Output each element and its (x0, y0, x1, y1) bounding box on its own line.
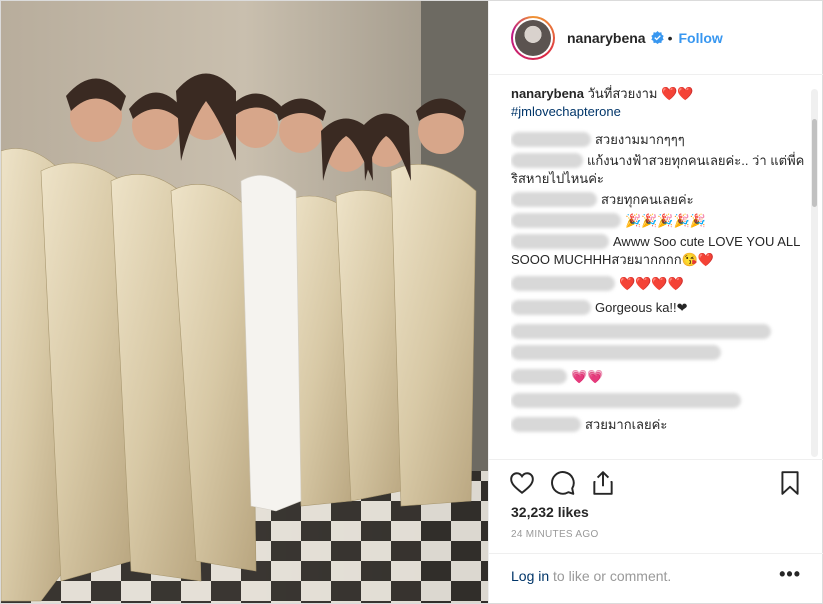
comments-scroll-thumb[interactable] (812, 119, 817, 207)
comment-item: Awww Soo cute LOVE YOU ALL SOOO MUCHHHสว… (511, 233, 811, 269)
comment-item (511, 392, 811, 410)
comment-item: Gorgeous ka!!❤ (511, 299, 811, 317)
caption-username[interactable]: nanarybena (511, 86, 584, 101)
comment-item: สวยทุกคนเลยค่ะ (511, 191, 811, 209)
comment-icon[interactable] (550, 470, 576, 496)
comment-text: สวยทุกคนเลยค่ะ (601, 192, 694, 207)
likes-count[interactable]: 32,232 likes (511, 504, 589, 520)
avatar-frame (513, 17, 553, 58)
blurred-username (511, 132, 591, 147)
avatar (515, 19, 551, 56)
header-username[interactable]: nanarybena (567, 30, 646, 46)
blurred-username (511, 192, 597, 207)
comments-list[interactable]: nanarybena วันที่สวยงาม ❤️❤️ #jmlovechap… (511, 85, 811, 459)
group-photo-illustration (1, 1, 488, 603)
blurred-username (511, 300, 591, 315)
login-link[interactable]: Log in (511, 568, 549, 584)
login-prompt-text: to like or comment. (553, 568, 672, 584)
blurred-comment (511, 324, 771, 339)
post-photo[interactable] (1, 1, 488, 603)
share-icon[interactable] (590, 470, 616, 496)
blurred-comment (511, 393, 741, 408)
login-prompt: Log in to like or comment. (511, 568, 671, 584)
action-bar (489, 459, 823, 505)
bookmark-icon[interactable] (777, 470, 803, 496)
comment-item: 🎉🎉🎉🎉🎉 (511, 212, 811, 230)
comment-text: 💗💗 (571, 369, 604, 384)
caption-emoji: ❤️❤️ (661, 86, 694, 101)
comment-text: สวยงามมากๆๆๆ (595, 132, 685, 147)
comment-item: 💗💗 (511, 368, 811, 386)
post-header: nanarybena • Follow (489, 1, 823, 75)
comment-text: 🎉🎉🎉🎉🎉 (625, 213, 706, 228)
comment-text: สวยมากเลยค่ะ (585, 417, 668, 432)
separator-dot: • (667, 29, 673, 46)
instagram-post: nanarybena • Follow nanarybena วันที่สวย… (0, 0, 823, 604)
comment-item (511, 323, 811, 341)
blurred-comment (511, 345, 721, 360)
comment-item: แก้งนางฟ้าสวยทุกคนเลยค่ะ.. ว่า แต่พี่คริ… (511, 152, 811, 188)
comment-item: ❤️❤️❤️❤️ (511, 275, 811, 293)
blurred-username (511, 153, 583, 168)
caption-hashtag[interactable]: #jmlovechapterone (511, 103, 811, 121)
login-footer: Log in to like or comment. ••• (489, 553, 823, 603)
post-timestamp[interactable]: 24 MINUTES AGO (511, 529, 599, 540)
more-options-button[interactable]: ••• (779, 564, 801, 585)
blurred-username (511, 369, 567, 384)
follow-button[interactable]: Follow (679, 30, 723, 46)
avatar-story-ring[interactable] (511, 15, 555, 60)
comment-item (511, 344, 811, 362)
blurred-username (511, 234, 609, 249)
caption-text: วันที่สวยงาม (587, 86, 658, 101)
comment-text: ❤️❤️❤️❤️ (619, 276, 684, 291)
comment-item: สวยมากเลยค่ะ (511, 416, 811, 434)
blurred-username (511, 213, 621, 228)
blurred-username (511, 417, 581, 432)
blurred-username (511, 276, 615, 291)
post-sidebar: nanarybena • Follow nanarybena วันที่สวย… (488, 1, 823, 603)
caption: nanarybena วันที่สวยงาม ❤️❤️ #jmlovechap… (511, 85, 811, 121)
verified-badge-icon (650, 31, 664, 44)
comment-text: Gorgeous ka!!❤ (595, 300, 688, 315)
comment-item: สวยงามมากๆๆๆ (511, 131, 811, 149)
heart-icon[interactable] (509, 470, 535, 496)
